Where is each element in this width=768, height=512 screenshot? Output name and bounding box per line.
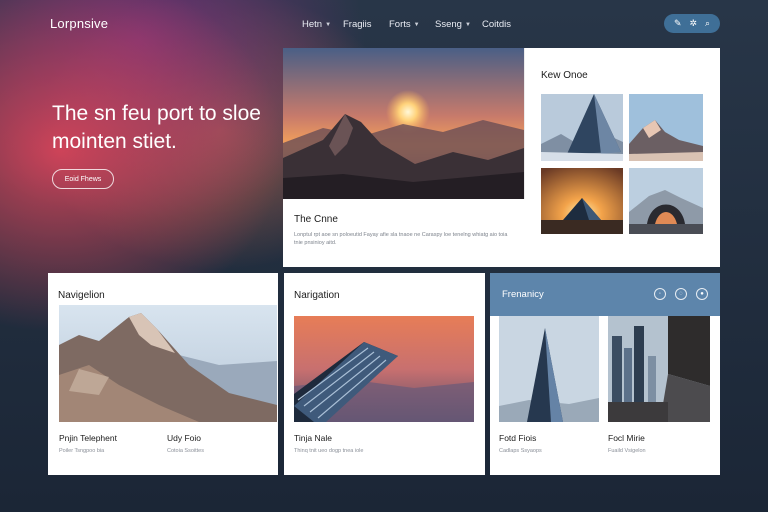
card-title: Navigelion: [58, 290, 105, 301]
hero-title: The sn feu port to sloe mointen stiet.: [52, 102, 261, 153]
feature-panel: Kew Onoe The Cnne Lonptul rpt aoe sn pol…: [283, 48, 720, 267]
nav-label: Fragiis: [343, 19, 372, 30]
mountain-image[interactable]: [59, 305, 277, 422]
nav-label: Hetn: [302, 19, 323, 30]
card-title: Frenanicy: [502, 289, 544, 300]
chevron-down-icon: ▼: [413, 21, 420, 28]
thumbnail-peak[interactable]: [629, 94, 703, 161]
chevron-down-icon: ▼: [464, 21, 471, 28]
card-title: Narigation: [294, 290, 340, 301]
item-subtitle: Fuaild Vsigelon: [608, 448, 646, 454]
chat-icon[interactable]: ◦: [654, 288, 666, 300]
item-title: Focl Mirie: [608, 433, 645, 443]
thumbnail-arch[interactable]: [629, 168, 703, 234]
globe-icon[interactable]: ◌: [675, 288, 687, 300]
feature-hero-image[interactable]: [283, 48, 524, 199]
card-header-bar: Frenanicy ◦ ◌ ●: [490, 273, 720, 316]
header-icon-group: ✎ ✲ ⌕: [664, 14, 720, 33]
nav-label: Forts: [389, 19, 411, 30]
chevron-down-icon: ▼: [325, 21, 332, 28]
item-subtitle: Poiler Tsngpoo bia: [59, 448, 105, 454]
nav-item-fragiis[interactable]: Fragiis: [343, 19, 389, 30]
frequency-card: Frenanicy ◦ ◌ ● Fotd Fiois Cadlaps Ssyao…: [490, 273, 720, 475]
pen-icon[interactable]: ✎: [674, 18, 682, 29]
settings-icon[interactable]: ✲: [689, 18, 697, 29]
item-title: Udy Foio: [167, 433, 202, 443]
nav-label: Sseng: [435, 19, 462, 30]
main-nav: Hetn ▼ Fragiis Forts ▼ Sseng ▼ Coitdis: [302, 19, 522, 30]
nav-item-hetn[interactable]: Hetn ▼: [302, 19, 343, 30]
card-description: Lonptul rpt aoe sn poloeutid Fayay afie …: [294, 232, 508, 246]
navigation-card: Narigation Tinja Nale Thinq tnit ueo dog…: [284, 273, 485, 475]
item-subtitle: Cadlaps Ssyaops: [499, 448, 542, 454]
divider: [524, 48, 525, 199]
city-image[interactable]: [608, 316, 710, 422]
item-title: Pnjin Telephent: [59, 433, 117, 443]
item-title: Fotd Fiois: [499, 433, 537, 443]
spire-image[interactable]: [499, 316, 599, 422]
thumbnail-pyramid[interactable]: [541, 94, 623, 161]
nav-item-sseng[interactable]: Sseng ▼: [435, 19, 482, 30]
user-icon[interactable]: ●: [696, 288, 708, 300]
card-title: The Cnne: [294, 214, 338, 225]
navigation-card: Navigelion Pnjin Telephent Poiler Tsngpo…: [48, 273, 278, 475]
item-subtitle: Thinq tnit ueo dogp tnea iole: [294, 448, 364, 454]
thumbnail-sunburst[interactable]: [541, 168, 623, 234]
hero-button[interactable]: Eoid Fhews: [52, 169, 114, 189]
nav-label: Coitdis: [482, 19, 512, 30]
feature-heading: Kew Onoe: [541, 70, 588, 81]
item-subtitle: Cotoia Ssoittes: [167, 448, 204, 454]
nav-item-forts[interactable]: Forts ▼: [389, 19, 435, 30]
building-image[interactable]: [294, 316, 474, 422]
search-icon[interactable]: ⌕: [705, 18, 710, 29]
brand-logo[interactable]: Lorpnsive: [50, 16, 108, 31]
item-title: Tinja Nale: [294, 433, 332, 443]
nav-item-coitdis[interactable]: Coitdis: [482, 19, 522, 30]
